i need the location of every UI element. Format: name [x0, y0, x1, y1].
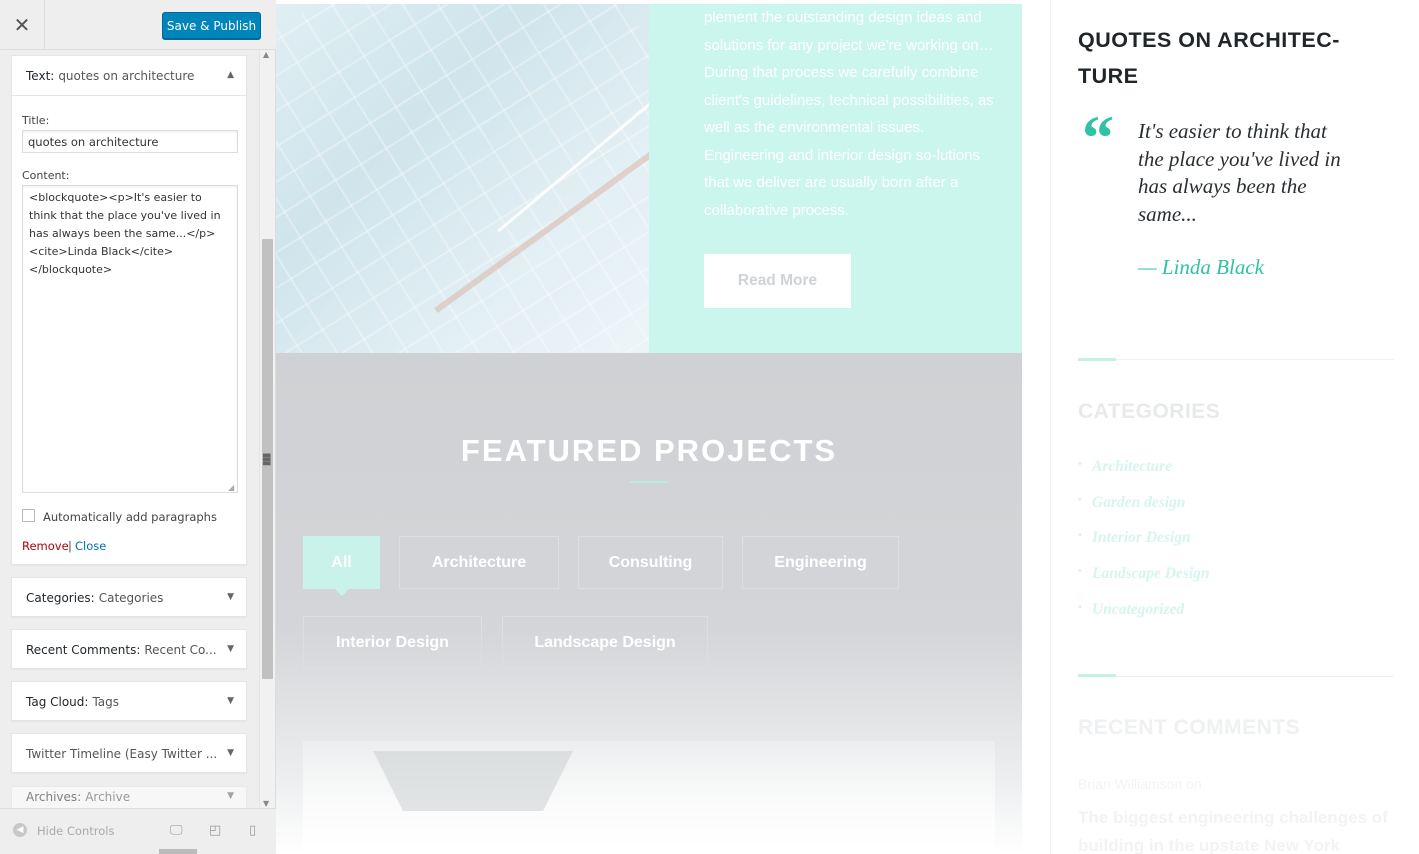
hero-building-image — [276, 4, 649, 353]
content-textarea[interactable]: <blockquote><p>It's easier to think that… — [22, 185, 238, 493]
widget-header[interactable]: Categories: Categories ▼ — [12, 578, 246, 618]
widget-header[interactable]: Tag Cloud: Tags ▼ — [12, 682, 246, 722]
filter-consulting-button[interactable]: Consulting — [578, 536, 723, 589]
title-underline — [630, 481, 668, 483]
preview-gutter — [1022, 0, 1050, 854]
customizer-sidebar: ✕ Save & Publish Text: quotes on archite… — [0, 0, 276, 854]
filter-architecture-button[interactable]: Architecture — [399, 536, 559, 589]
close-customizer-button[interactable]: ✕ — [0, 0, 45, 50]
expand-arrow-icon[interactable]: ▼ — [227, 696, 234, 706]
customizer-footer: ◀ Hide Controls 🖵 ◰ ▯ — [0, 808, 276, 854]
remove-widget-link[interactable]: Remove — [22, 539, 69, 553]
widget-type-label: Tag Cloud: — [26, 695, 89, 709]
link-separator: | — [68, 539, 72, 553]
divider — [1078, 359, 1394, 360]
collapse-arrow-icon[interactable]: ▲ — [227, 70, 234, 80]
active-filter-pointer — [335, 589, 349, 596]
widget-header[interactable]: Archives: Archive ▼ — [12, 787, 246, 809]
customizer-header: ✕ Save & Publish — [0, 0, 276, 50]
expand-arrow-icon[interactable]: ▼ — [227, 748, 234, 758]
filter-landscape-design-button[interactable]: Landscape Design — [502, 616, 708, 669]
filter-interior-design-button[interactable]: Interior Design — [303, 616, 482, 669]
expand-arrow-icon[interactable]: ▼ — [227, 592, 234, 602]
quotes-widget-title: QUOTES ON ARCHITEC-TURE — [1078, 28, 1340, 88]
quote-mark-icon: “ — [1082, 102, 1114, 173]
categories-widget[interactable]: Categories: Categories ▼ — [11, 577, 247, 617]
category-link[interactable]: Garden design — [1078, 494, 1210, 530]
divider-accent — [1078, 674, 1116, 677]
resize-grip-icon[interactable]: ◢ — [228, 483, 234, 492]
widget-type-label: Twitter Timeline (Easy Twitter ... — [26, 747, 218, 761]
hide-controls-button[interactable]: Hide Controls — [37, 824, 114, 838]
category-link[interactable]: Uncategorized — [1078, 601, 1210, 637]
expand-arrow-icon[interactable]: ▼ — [227, 644, 234, 654]
title-label: Title: — [22, 114, 50, 127]
desktop-icon[interactable]: 🖵 — [170, 823, 183, 838]
comment-post-link[interactable]: The biggest engineering challenges of bu… — [1078, 804, 1398, 854]
featured-projects-section: FEATURED PROJECTS All Architecture Consu… — [276, 353, 1022, 854]
expand-arrow-icon[interactable]: ▼ — [227, 791, 234, 801]
recent-comments-widget[interactable]: Recent Comments: Recent Co... ▼ — [11, 629, 247, 669]
quote-text: It's easier to think that the place you'… — [1138, 119, 1341, 226]
active-device-indicator — [159, 849, 197, 854]
close-icon: ✕ — [13, 13, 31, 37]
widget-type-label: Archives: — [26, 790, 82, 804]
hide-controls-icon[interactable]: ◀ — [13, 823, 27, 837]
divider — [1078, 676, 1394, 677]
scroll-down-icon[interactable]: ▼ — [263, 799, 269, 808]
scroll-up-icon[interactable]: ▲ — [263, 50, 269, 59]
widget-name: Recent Co... — [144, 643, 217, 657]
hero-paragraph: plement the outstanding design ideas and… — [704, 9, 994, 219]
blog-sidebar: QUOTES ON ARCHITEC-TURE “ It's easier to… — [1050, 0, 1419, 854]
project-thumbnail[interactable] — [303, 741, 995, 854]
recent-comments-title: RECENT COMMENTS — [1078, 716, 1301, 739]
text-widget-header[interactable]: Text: quotes on architecture ▲ — [12, 56, 246, 96]
customizer-screen: ✕ Save & Publish Text: quotes on archite… — [0, 0, 1419, 854]
category-link[interactable]: Interior Design — [1078, 529, 1210, 565]
mobile-icon[interactable]: ▯ — [249, 823, 256, 838]
widget-type-label: Recent Comments: — [26, 643, 141, 657]
title-input[interactable] — [22, 130, 238, 153]
tablet-icon[interactable]: ◰ — [209, 823, 221, 838]
divider-accent — [1078, 358, 1116, 361]
category-link[interactable]: Landscape Design — [1078, 565, 1210, 601]
widget-name: quotes on architecture — [58, 68, 195, 83]
autop-checkbox[interactable] — [22, 509, 35, 522]
sidebar-resize-handle-icon[interactable]: ▬ ▬ ▬ — [262, 451, 271, 469]
categories-list: Architecture Garden design Interior Desi… — [1078, 458, 1210, 636]
widget-header[interactable]: Twitter Timeline (Easy Twitter ... ▼ — [12, 734, 246, 774]
text-widget: Text: quotes on architecture ▲ Title: Co… — [11, 55, 247, 565]
hero-text-panel: plement the outstanding design ideas and… — [649, 4, 1022, 353]
autop-label: Automatically add paragraphs — [43, 510, 217, 524]
widget-name: Tags — [92, 695, 120, 709]
quote-citation: — Linda Black — [1138, 255, 1264, 279]
widget-header[interactable]: Recent Comments: Recent Co... ▼ — [12, 630, 246, 670]
widget-name: Archive — [85, 790, 131, 804]
twitter-timeline-widget[interactable]: Twitter Timeline (Easy Twitter ... ▼ — [11, 733, 247, 773]
widget-type-label: Categories: — [26, 591, 95, 605]
archives-widget[interactable]: Archives: Archive ▼ — [11, 786, 247, 810]
featured-projects-title: FEATURED PROJECTS — [460, 433, 838, 468]
content-label: Content: — [22, 169, 70, 182]
categories-title: CATEGORIES — [1078, 400, 1221, 423]
read-more-button[interactable]: Read More — [704, 254, 851, 308]
filter-engineering-button[interactable]: Engineering — [742, 536, 899, 589]
filter-all-button[interactable]: All — [303, 536, 380, 589]
close-widget-link[interactable]: Close — [75, 539, 106, 553]
tag-cloud-widget[interactable]: Tag Cloud: Tags ▼ — [11, 681, 247, 721]
widget-type-label: Text: — [26, 68, 55, 83]
save-publish-button[interactable]: Save & Publish — [162, 12, 261, 39]
sidebar-scrollbar[interactable]: ▲ ▼ — [259, 50, 275, 808]
comment-author[interactable]: Brian Williamson on — [1078, 776, 1202, 792]
site-preview: plement the outstanding design ideas and… — [276, 0, 1419, 854]
widget-name: Categories — [98, 591, 164, 605]
category-link[interactable]: Architecture — [1078, 458, 1210, 494]
